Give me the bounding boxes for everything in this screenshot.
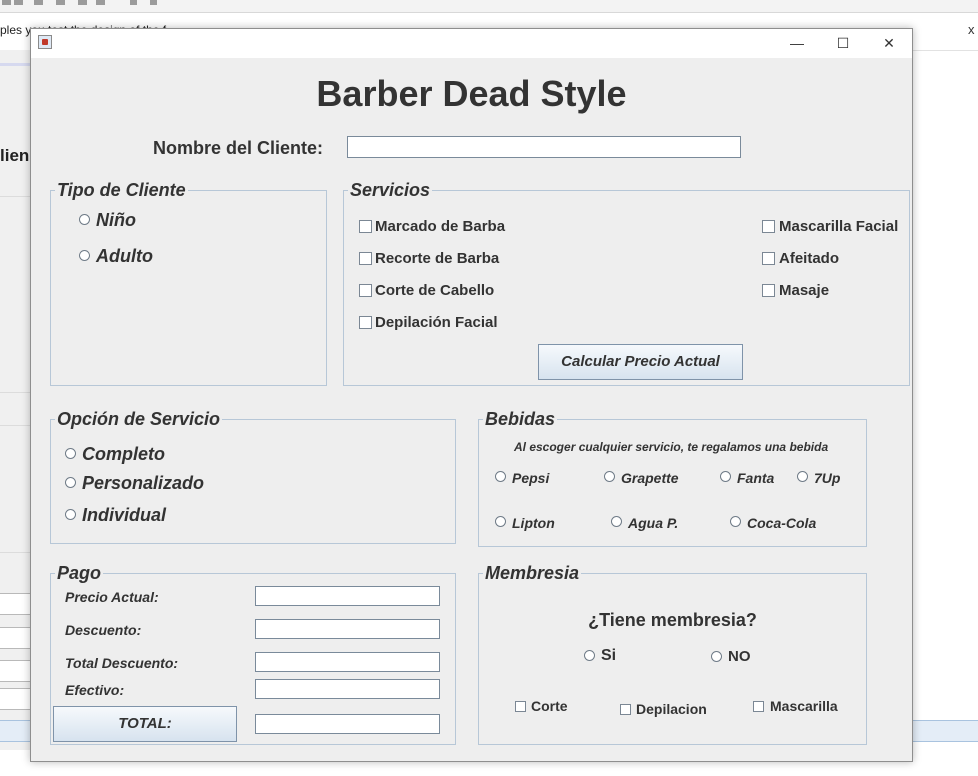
extra-mascarilla-checkbox[interactable] (753, 701, 764, 712)
masaje-label: Masaje (779, 282, 830, 299)
descuento-label: Descuento: (65, 622, 142, 638)
afeitado-label: Afeitado (779, 250, 839, 267)
membresia-no-radio[interactable] (711, 651, 722, 662)
coca-cola-radio[interactable] (730, 516, 741, 527)
extra-depilacion-label: Depilacion (636, 701, 707, 717)
background-field[interactable] (0, 593, 30, 615)
efectivo-label: Efectivo: (65, 682, 125, 698)
minimize-button[interactable]: — (774, 29, 820, 58)
fanta-radio[interactable] (720, 471, 731, 482)
extra-corte-checkbox[interactable] (515, 701, 526, 712)
precio-actual-label: Precio Actual: (65, 589, 159, 605)
completo-radio[interactable] (65, 448, 76, 459)
opcion-servicio-legend: Opción de Servicio (55, 409, 223, 430)
extra-corte-label: Corte (531, 698, 568, 714)
bebidas-legend: Bebidas (483, 409, 558, 430)
background-tab-close-icon[interactable]: x (968, 22, 975, 37)
individual-label: Individual (82, 505, 167, 525)
toolbar-icon[interactable] (96, 0, 105, 5)
total-descuento-field[interactable] (255, 652, 440, 672)
calcular-precio-button[interactable]: Calcular Precio Actual (538, 344, 743, 380)
background-toolbar (0, 0, 978, 13)
background-field[interactable] (0, 688, 30, 710)
membresia-group (478, 573, 867, 745)
masaje-checkbox[interactable] (762, 284, 775, 297)
mascarilla-facial-label: Mascarilla Facial (779, 218, 899, 235)
grapette-radio[interactable] (604, 471, 615, 482)
toolbar-icon[interactable] (2, 0, 11, 5)
7up-label: 7Up (814, 470, 841, 486)
membresia-no-label: NO (728, 648, 751, 665)
total-button[interactable]: TOTAL: (53, 706, 237, 742)
individual-radio[interactable] (65, 509, 76, 520)
toolbar-icon[interactable] (34, 0, 43, 5)
recorte-barba-label: Recorte de Barba (375, 250, 500, 267)
client-name-field[interactable] (347, 136, 741, 158)
background-divider (0, 392, 30, 393)
precio-actual-field[interactable] (255, 586, 440, 606)
lipton-radio[interactable] (495, 516, 506, 527)
marcado-barba-checkbox[interactable] (359, 220, 372, 233)
adulto-radio[interactable] (79, 250, 90, 261)
close-button[interactable]: ✕ (866, 29, 912, 58)
membresia-legend: Membresia (483, 563, 582, 584)
depilacion-facial-checkbox[interactable] (359, 316, 372, 329)
background-field[interactable] (0, 660, 30, 682)
total-descuento-label: Total Descuento: (65, 655, 179, 671)
agua-label: Agua P. (628, 515, 679, 531)
bebidas-note: Al escoger cualquier servicio, te regala… (514, 440, 829, 454)
toolbar-arrow-icon[interactable] (150, 0, 157, 5)
marcado-barba-label: Marcado de Barba (375, 218, 506, 235)
adulto-label: Adulto (96, 246, 153, 266)
toolbar-icon[interactable] (14, 0, 23, 5)
afeitado-checkbox[interactable] (762, 252, 775, 265)
recorte-barba-checkbox[interactable] (359, 252, 372, 265)
background-label: lien (0, 146, 30, 165)
mascarilla-facial-checkbox[interactable] (762, 220, 775, 233)
pepsi-radio[interactable] (495, 471, 506, 482)
title-bar[interactable]: — ☐ ✕ (31, 29, 912, 58)
extra-mascarilla-label: Mascarilla (770, 698, 838, 714)
personalizado-radio[interactable] (65, 477, 76, 488)
background-accent-bar (0, 63, 30, 66)
tipo-cliente-legend: Tipo de Cliente (55, 180, 188, 201)
maximize-button[interactable]: ☐ (820, 29, 866, 58)
nino-label: Niño (96, 210, 136, 230)
completo-label: Completo (82, 444, 165, 464)
extra-depilacion-checkbox[interactable] (620, 704, 631, 715)
7up-radio[interactable] (797, 471, 808, 482)
membresia-si-radio[interactable] (584, 650, 595, 661)
corte-cabello-checkbox[interactable] (359, 284, 372, 297)
membresia-question: ¿Tiene membresia? (588, 610, 757, 630)
personalizado-label: Personalizado (82, 473, 205, 493)
java-cup-icon (38, 35, 52, 49)
app-window: — ☐ ✕ Barber Dead Style Nombre del Clien… (30, 28, 913, 762)
lipton-label: Lipton (512, 515, 555, 531)
page-title: Barber Dead Style (316, 73, 627, 114)
background-divider (0, 552, 30, 553)
nino-radio[interactable] (79, 214, 90, 225)
toolbar-arrow-icon[interactable] (130, 0, 137, 5)
pago-legend: Pago (55, 563, 104, 584)
grapette-label: Grapette (621, 470, 679, 486)
coca-cola-label: Coca-Cola (747, 515, 817, 531)
membresia-si-label: Si (601, 647, 617, 664)
efectivo-field[interactable] (255, 679, 440, 699)
tipo-cliente-group (50, 190, 327, 386)
background-divider (0, 196, 30, 197)
background-field[interactable] (0, 627, 30, 649)
toolbar-icon[interactable] (56, 0, 65, 5)
depilacion-facial-label: Depilación Facial (375, 314, 498, 331)
agua-radio[interactable] (611, 516, 622, 527)
client-name-label: Nombre del Cliente: (153, 138, 324, 158)
corte-cabello-label: Corte de Cabello (375, 282, 495, 299)
fanta-label: Fanta (737, 470, 775, 486)
toolbar-icon[interactable] (78, 0, 87, 5)
background-divider (0, 425, 30, 426)
servicios-legend: Servicios (348, 180, 433, 201)
descuento-field[interactable] (255, 619, 440, 639)
total-field[interactable] (255, 714, 440, 734)
pepsi-label: Pepsi (512, 470, 550, 486)
